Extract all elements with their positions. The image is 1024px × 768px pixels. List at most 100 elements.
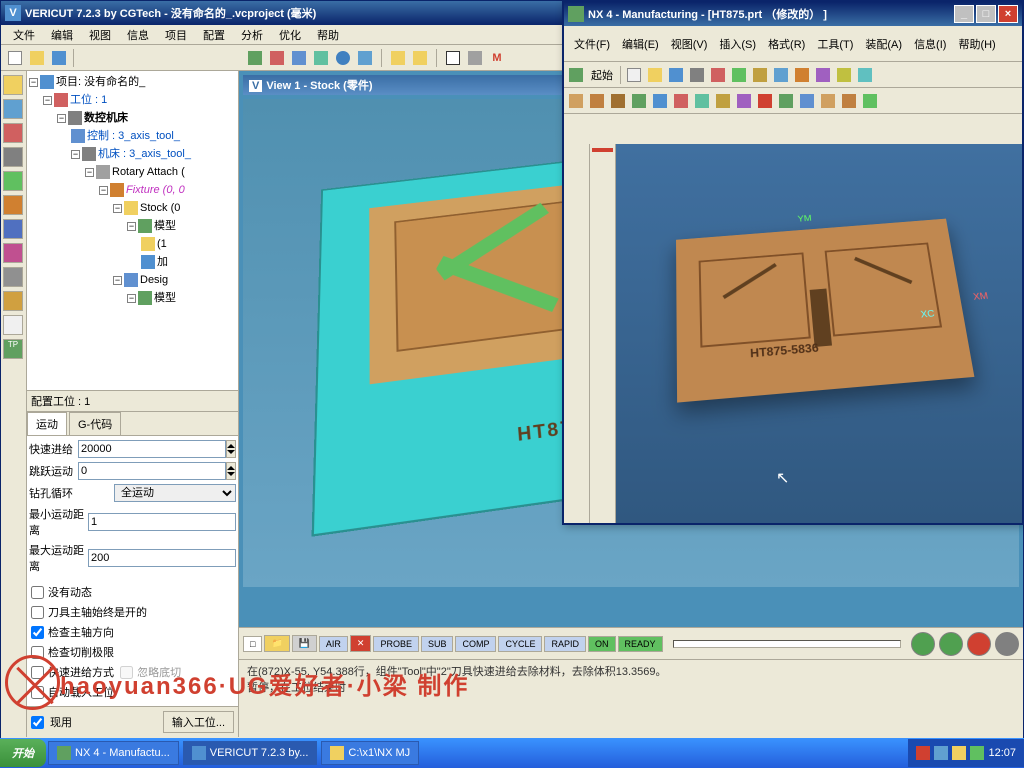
tray-icon-3[interactable]	[952, 746, 966, 760]
tray-icon-2[interactable]	[934, 746, 948, 760]
nx-tb2-4[interactable]	[629, 91, 649, 111]
sb-open[interactable]: 📁	[264, 635, 289, 652]
tb-tp2[interactable]	[311, 48, 331, 68]
nx-tb-9[interactable]	[792, 65, 812, 85]
sb-ready[interactable]: READY	[618, 636, 663, 652]
tree-expand[interactable]: −	[29, 78, 38, 87]
sb-sub[interactable]: SUB	[421, 636, 454, 652]
tree-expand[interactable]: −	[71, 150, 80, 159]
task-item-2[interactable]: VERICUT 7.2.3 by...	[183, 741, 318, 765]
tree-expand[interactable]: −	[113, 276, 122, 285]
tree-expand[interactable]: −	[43, 96, 52, 105]
nx-tb2-6[interactable]	[671, 91, 691, 111]
chk-check-limit[interactable]	[31, 646, 44, 659]
nx-menu-view[interactable]: 视图(V)	[665, 34, 714, 54]
nx-close[interactable]: ×	[998, 5, 1018, 23]
nx-menu-format[interactable]: 格式(R)	[762, 34, 811, 54]
tree-expand[interactable]: −	[99, 186, 108, 195]
vtb-8[interactable]	[3, 243, 23, 263]
nx-tb2-3[interactable]	[608, 91, 628, 111]
chk-spindle-on[interactable]	[31, 606, 44, 619]
stop-button[interactable]	[995, 632, 1019, 656]
menu-info[interactable]: 信息	[119, 25, 157, 45]
nx-menu-tools[interactable]: 工具(T)	[811, 34, 859, 54]
nx-tb2-14[interactable]	[839, 91, 859, 111]
jump-spinner[interactable]	[226, 462, 236, 480]
sb-comp[interactable]: COMP	[455, 636, 496, 652]
tree-model2[interactable]: 模型	[154, 292, 176, 304]
nx-menu-assy[interactable]: 装配(A)	[859, 34, 908, 54]
vtb-6[interactable]	[3, 195, 23, 215]
tree-control[interactable]: 控制 : 3_axis_tool_	[87, 130, 180, 142]
menu-analyze[interactable]: 分析	[233, 25, 271, 45]
nx-tb2-2[interactable]	[587, 91, 607, 111]
nx-tb-5[interactable]	[708, 65, 728, 85]
task-item-3[interactable]: C:\x1\NX MJ	[321, 741, 419, 765]
nx-tb-4[interactable]	[687, 65, 707, 85]
drill-select[interactable]: 全运动	[114, 484, 236, 502]
tb-open[interactable]	[27, 48, 47, 68]
tree-workpos[interactable]: 工位 : 1	[70, 94, 107, 106]
chk-fast-mode[interactable]	[31, 666, 44, 679]
play-button[interactable]	[911, 632, 935, 656]
nx-tb-2[interactable]	[645, 65, 665, 85]
vtb-10[interactable]	[3, 291, 23, 311]
nx-tb2-7[interactable]	[692, 91, 712, 111]
nx-minimize[interactable]: _	[954, 5, 974, 23]
tree-root[interactable]: 项目: 没有命名的_	[56, 76, 145, 88]
step-button[interactable]	[939, 632, 963, 656]
tree-cnc[interactable]: 数控机床	[84, 112, 128, 124]
tb-tp1[interactable]	[289, 48, 309, 68]
nx-tb2-9[interactable]	[734, 91, 754, 111]
menu-help[interactable]: 帮助	[309, 25, 347, 45]
tb-vc[interactable]	[245, 48, 265, 68]
menu-file[interactable]: 文件	[5, 25, 43, 45]
tree-add[interactable]: 加	[157, 256, 168, 268]
tree-expand[interactable]: −	[57, 114, 66, 123]
tree-item1[interactable]: (1	[157, 238, 167, 250]
sb-save[interactable]: 💾	[292, 635, 317, 652]
nx-tb-6[interactable]	[729, 65, 749, 85]
tree-expand[interactable]: −	[113, 204, 122, 213]
input-workpos-button[interactable]: 输入工位...	[163, 711, 234, 733]
sb-cycle[interactable]: CYCLE	[498, 636, 542, 652]
nx-tb2-15[interactable]	[860, 91, 880, 111]
nx-start-label[interactable]: 起始	[587, 67, 617, 83]
nx-tb2-5[interactable]	[650, 91, 670, 111]
vtb-9[interactable]	[3, 267, 23, 287]
tree-model1[interactable]: 模型	[154, 220, 176, 232]
nx-tb2-10[interactable]	[755, 91, 775, 111]
nx-lt2-1[interactable]	[592, 148, 613, 152]
vtb-1[interactable]	[3, 75, 23, 95]
pause-button[interactable]	[967, 632, 991, 656]
tray-icon-4[interactable]	[970, 746, 984, 760]
tb-redo[interactable]	[410, 48, 430, 68]
nx-menu-file[interactable]: 文件(F)	[568, 34, 616, 54]
sb-rapid[interactable]: RAPID	[544, 636, 586, 652]
vtb-7[interactable]	[3, 219, 23, 239]
tree-fixture[interactable]: Fixture (0, 0	[126, 184, 185, 196]
nx-tb-3[interactable]	[666, 65, 686, 85]
rapid-spinner[interactable]	[226, 440, 236, 458]
tree-design[interactable]: Desig	[140, 274, 168, 286]
nx-viewport[interactable]: YM XM XC HT875-5836 ↖	[616, 144, 1022, 523]
chk-current[interactable]	[31, 716, 44, 729]
clock[interactable]: 12:07	[988, 747, 1016, 759]
tb-shade[interactable]	[465, 48, 485, 68]
vtb-5[interactable]	[3, 171, 23, 191]
tb-new[interactable]	[5, 48, 25, 68]
tb-save[interactable]	[49, 48, 69, 68]
vtb-12[interactable]: TP	[3, 339, 23, 359]
nx-tb-10[interactable]	[813, 65, 833, 85]
nx-tb2-12[interactable]	[797, 91, 817, 111]
menu-edit[interactable]: 编辑	[43, 25, 81, 45]
nx-menu-edit[interactable]: 编辑(E)	[616, 34, 665, 54]
vtb-4[interactable]	[3, 147, 23, 167]
tray-icon-1[interactable]	[916, 746, 930, 760]
rapid-input[interactable]	[78, 440, 226, 458]
min-input[interactable]	[88, 513, 236, 531]
nx-tb2-11[interactable]	[776, 91, 796, 111]
menu-view[interactable]: 视图	[81, 25, 119, 45]
system-tray[interactable]: 12:07	[908, 739, 1024, 767]
vtb-11[interactable]	[3, 315, 23, 335]
